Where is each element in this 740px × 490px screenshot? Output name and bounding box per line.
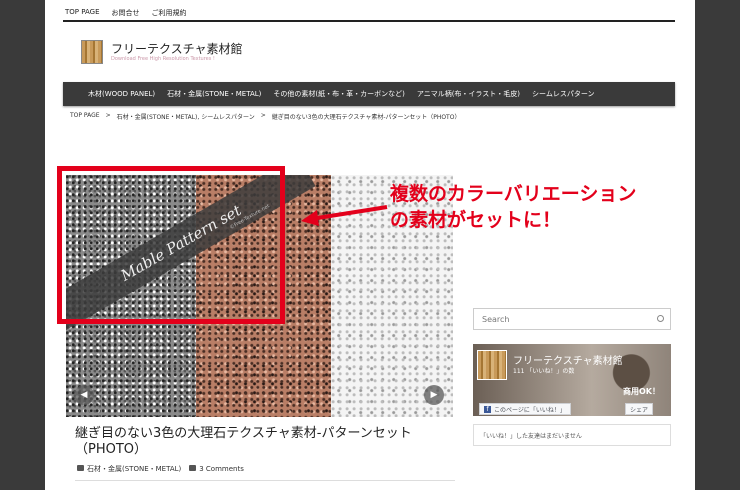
post-title[interactable]: 継ぎ目のない3色の大理石テクスチャ素材-パターンセット（PHOTO） — [75, 426, 445, 457]
post-category-label: 石材・金属(STONE・METAL) — [87, 465, 182, 473]
post-comments[interactable]: 3 Comments — [189, 465, 244, 473]
facebook-share-label: シェア — [630, 406, 649, 414]
nav-item-seamless[interactable]: シームレスパターン — [532, 89, 594, 99]
annotation-text: 複数のカラーバリエーション の素材がセットに！ — [390, 182, 690, 233]
slider-next-button[interactable]: ▶ — [424, 385, 444, 405]
slider-prev-button[interactable]: ◀ — [74, 385, 94, 405]
top-navigation: TOP PAGE お問合せ ご利用規約 — [65, 8, 187, 18]
search-placeholder: Search — [482, 314, 510, 324]
facebook-page-widget[interactable]: フリーテクスチャ素材館 111 「いいね！」の数 商用OK！ f このページに「… — [473, 344, 671, 416]
comment-icon — [189, 465, 197, 471]
nav-item-stone-metal[interactable]: 石材・金属(STONE・METAL) — [167, 89, 261, 99]
site-logo-icon[interactable] — [81, 40, 103, 64]
post-category[interactable]: 石材・金属(STONE・METAL) — [77, 464, 181, 474]
search-icon[interactable] — [657, 315, 664, 322]
facebook-like-count: 111 「いいね！」の数 — [513, 368, 575, 375]
site-subtitle: Download Free High Resolution Textures ! — [111, 56, 215, 62]
nav-item-animal[interactable]: アニマル柄(布・イラスト・毛皮) — [417, 89, 520, 99]
nav-item-other[interactable]: その他の素材(紙・布・革・カーボンなど) — [273, 89, 404, 99]
facebook-icon: f — [484, 405, 491, 413]
post-divider — [75, 480, 455, 481]
search-input[interactable]: Search — [473, 308, 671, 330]
facebook-page-avatar[interactable] — [477, 350, 507, 380]
breadcrumb-current: 継ぎ目のない3色の大理石テクスチャ素材-パターンセット（PHOTO） — [271, 114, 461, 121]
commercial-ok-stamp: 商用OK！ — [623, 387, 660, 396]
topnav-item-top[interactable]: TOP PAGE — [65, 8, 100, 18]
facebook-like-label: このページに「いいね！」 — [494, 406, 566, 414]
annotation-arrow-icon — [301, 205, 388, 226]
facebook-page-name[interactable]: フリーテクスチャ素材館 — [513, 352, 623, 367]
site-title[interactable]: フリーテクスチャ素材館 — [111, 40, 243, 57]
post-meta: 石材・金属(STONE・METAL) 3 Comments — [77, 464, 244, 474]
annotation-line-2: の素材がセットに！ — [390, 208, 562, 231]
breadcrumb-home[interactable]: TOP PAGE — [70, 112, 100, 121]
annotation-line-1: 複数のカラーバリエーション — [390, 183, 637, 205]
main-navigation: 木材(WOOD PANEL) 石材・金属(STONE・METAL) その他の素材… — [63, 82, 675, 106]
breadcrumb-category[interactable]: 石材・金属(STONE・METAL), シームレスパターン — [117, 112, 255, 121]
header-divider — [63, 20, 675, 22]
breadcrumb-separator: > — [105, 112, 111, 119]
topnav-item-terms[interactable]: ご利用規約 — [152, 8, 187, 18]
breadcrumb-separator: > — [260, 112, 266, 119]
page: TOP PAGE お問合せ ご利用規約 フリーテクスチャ素材館 Download… — [45, 0, 695, 490]
facebook-share-button[interactable]: シェア — [625, 403, 654, 415]
nav-item-wood[interactable]: 木材(WOOD PANEL) — [88, 89, 155, 99]
highlight-box — [57, 166, 285, 324]
folder-icon — [77, 465, 84, 471]
breadcrumb: TOP PAGE > 石材・金属(STONE・METAL), シームレスパターン… — [70, 112, 460, 121]
facebook-friends-text: 「いいね！」した友達はまだいません — [473, 424, 671, 446]
topnav-item-contact[interactable]: お問合せ — [112, 8, 140, 18]
post-comments-label: 3 Comments — [199, 465, 244, 473]
facebook-like-button[interactable]: f このページに「いいね！」 — [479, 403, 571, 415]
